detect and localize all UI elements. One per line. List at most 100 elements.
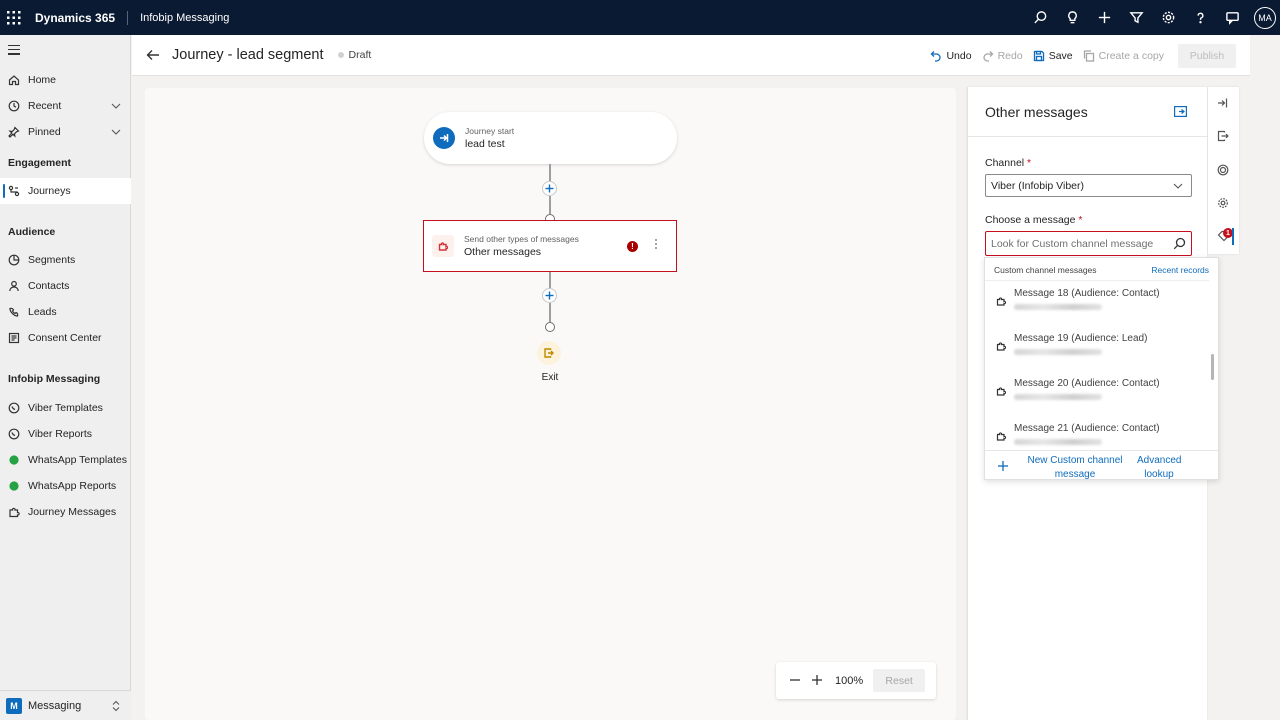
lookup-result-item[interactable]: Message 20 (Audience: Contact) bbox=[985, 371, 1209, 416]
journey-start-node[interactable]: Journey start lead test bbox=[424, 112, 677, 164]
redacted-text bbox=[1014, 439, 1102, 445]
filter-icon[interactable] bbox=[1120, 0, 1152, 35]
enter-icon[interactable] bbox=[1217, 97, 1229, 109]
save-button[interactable]: Save bbox=[1033, 50, 1073, 62]
sidebar-section-heading: Audience bbox=[8, 226, 56, 238]
sidebar-item-label: Journey Messages bbox=[28, 506, 117, 518]
message-lookup-input[interactable]: Look for Custom channel message bbox=[985, 231, 1192, 256]
exit-label: Exit bbox=[541, 372, 559, 383]
sidebar-item-home[interactable]: Home bbox=[0, 67, 131, 93]
connector-node bbox=[545, 322, 555, 332]
connector-line bbox=[549, 164, 551, 181]
plus-icon bbox=[545, 291, 554, 300]
journey-canvas[interactable]: Journey start lead test Send other types… bbox=[145, 88, 956, 720]
zoom-controls: 100% Reset bbox=[776, 662, 936, 699]
sidebar-item-consent-center[interactable]: Consent Center bbox=[0, 325, 131, 351]
sidebar-item-label: Home bbox=[28, 74, 57, 86]
area-switcher[interactable]: M Messaging bbox=[0, 690, 131, 720]
target-icon[interactable] bbox=[1217, 164, 1229, 176]
sidebar-item-journeys[interactable]: Journeys bbox=[0, 178, 131, 204]
connector-line bbox=[549, 196, 551, 214]
sidebar-item-contacts[interactable]: Contacts bbox=[0, 273, 131, 299]
add-step-button[interactable] bbox=[542, 288, 557, 303]
divider bbox=[968, 136, 1208, 137]
collapse-panel-icon[interactable] bbox=[1174, 106, 1188, 118]
app-launcher-icon[interactable] bbox=[0, 0, 28, 35]
area-label: Messaging bbox=[28, 699, 82, 712]
back-arrow-icon[interactable] bbox=[146, 48, 160, 62]
chevron-down-icon[interactable] bbox=[111, 127, 121, 137]
hamburger-menu-icon[interactable] bbox=[8, 45, 20, 58]
leads-icon bbox=[8, 306, 20, 318]
chevron-down-icon[interactable] bbox=[111, 101, 121, 111]
active-tab-indicator bbox=[1232, 228, 1234, 245]
search-icon[interactable] bbox=[1173, 237, 1186, 250]
zoom-level: 100% bbox=[835, 674, 864, 687]
publish-button[interactable]: Publish bbox=[1178, 43, 1236, 68]
zoom-out-button[interactable] bbox=[789, 674, 803, 688]
viber-icon bbox=[8, 402, 20, 414]
lookup-flyout: Custom channel messages Recent records M… bbox=[984, 257, 1219, 480]
undo-label: Undo bbox=[946, 49, 972, 62]
zoom-in-button[interactable] bbox=[811, 674, 825, 688]
search-icon[interactable] bbox=[1024, 0, 1056, 35]
flyout-heading: Custom channel messages bbox=[994, 265, 1097, 275]
help-icon[interactable] bbox=[1184, 0, 1216, 35]
site-map-sidebar: Home Recent Pinned Engagement Journeys A… bbox=[0, 35, 131, 720]
sidebar-item-label: Segments bbox=[28, 254, 76, 266]
sidebar-item-recent[interactable]: Recent bbox=[0, 93, 131, 119]
redo-button[interactable]: Redo bbox=[982, 50, 1023, 62]
sidebar-item-whatsapp-templates[interactable]: WhatsApp Templates bbox=[0, 447, 131, 473]
connector-line bbox=[549, 272, 551, 288]
app-name[interactable]: Infobip Messaging bbox=[140, 12, 229, 24]
result-label: Message 21 (Audience: Contact) bbox=[1014, 423, 1160, 434]
clock-icon bbox=[8, 100, 20, 112]
user-avatar[interactable]: MA bbox=[1254, 6, 1276, 29]
add-step-button[interactable] bbox=[542, 181, 557, 196]
create-copy-button[interactable]: Create a copy bbox=[1083, 50, 1164, 62]
sidebar-item-label: Recent bbox=[28, 100, 62, 112]
plus-icon bbox=[812, 674, 822, 685]
plus-icon[interactable] bbox=[997, 460, 1009, 472]
puzzle-icon bbox=[996, 386, 1007, 396]
brand-name[interactable]: Dynamics 365 bbox=[35, 10, 129, 25]
scrollbar-thumb[interactable] bbox=[1211, 354, 1214, 380]
more-options-icon[interactable] bbox=[655, 239, 659, 251]
result-label: Message 19 (Audience: Lead) bbox=[1014, 333, 1148, 344]
sidebar-item-viber-reports[interactable]: Viber Reports bbox=[0, 421, 131, 447]
advanced-lookup-link[interactable]: Advanced lookup bbox=[1137, 454, 1181, 482]
sidebar-item-segments[interactable]: Segments bbox=[0, 247, 131, 273]
new-custom-channel-message-link[interactable]: New Custom channel message bbox=[1027, 454, 1123, 482]
sidebar-item-label: Consent Center bbox=[28, 332, 102, 344]
minus-icon bbox=[790, 678, 800, 681]
channel-select[interactable]: Viber (Infobip Viber) bbox=[985, 174, 1192, 197]
lookup-result-item[interactable]: Message 21 (Audience: Contact) bbox=[985, 416, 1209, 450]
settings-icon[interactable] bbox=[1217, 197, 1229, 209]
message-step-node[interactable]: Send other types of messages Other messa… bbox=[423, 220, 677, 272]
lookup-results-list[interactable]: Message 18 (Audience: Contact) Message 1… bbox=[985, 280, 1209, 450]
lightbulb-icon[interactable] bbox=[1056, 0, 1088, 35]
enter-icon bbox=[433, 127, 455, 149]
sidebar-item-journey-messages[interactable]: Journey Messages bbox=[0, 499, 131, 525]
chat-icon[interactable] bbox=[1216, 0, 1248, 35]
sidebar-item-whatsapp-reports[interactable]: WhatsApp Reports bbox=[0, 473, 131, 499]
create-copy-label: Create a copy bbox=[1098, 49, 1164, 62]
sidebar-item-leads[interactable]: Leads bbox=[0, 299, 131, 325]
lookup-result-item[interactable]: Message 19 (Audience: Lead) bbox=[985, 326, 1209, 371]
exit-icon[interactable] bbox=[1217, 130, 1229, 142]
puzzle-icon bbox=[432, 235, 454, 257]
whatsapp-icon bbox=[8, 480, 20, 492]
undo-button[interactable]: Undo bbox=[930, 49, 972, 62]
sidebar-item-viber-templates[interactable]: Viber Templates bbox=[0, 395, 131, 421]
settings-icon[interactable] bbox=[1152, 0, 1184, 35]
exit-icon[interactable] bbox=[537, 341, 561, 365]
home-icon bbox=[8, 74, 20, 86]
panel-tab-rail: 1 bbox=[1208, 87, 1239, 254]
lookup-result-item[interactable]: Message 18 (Audience: Contact) bbox=[985, 281, 1209, 326]
sidebar-item-label: Leads bbox=[28, 306, 57, 318]
sidebar-item-label: Pinned bbox=[28, 126, 61, 138]
recent-records-link[interactable]: Recent records bbox=[1151, 265, 1209, 275]
plus-icon[interactable] bbox=[1088, 0, 1120, 35]
reset-zoom-button[interactable]: Reset bbox=[873, 669, 926, 692]
sidebar-item-pinned[interactable]: Pinned bbox=[0, 119, 131, 145]
